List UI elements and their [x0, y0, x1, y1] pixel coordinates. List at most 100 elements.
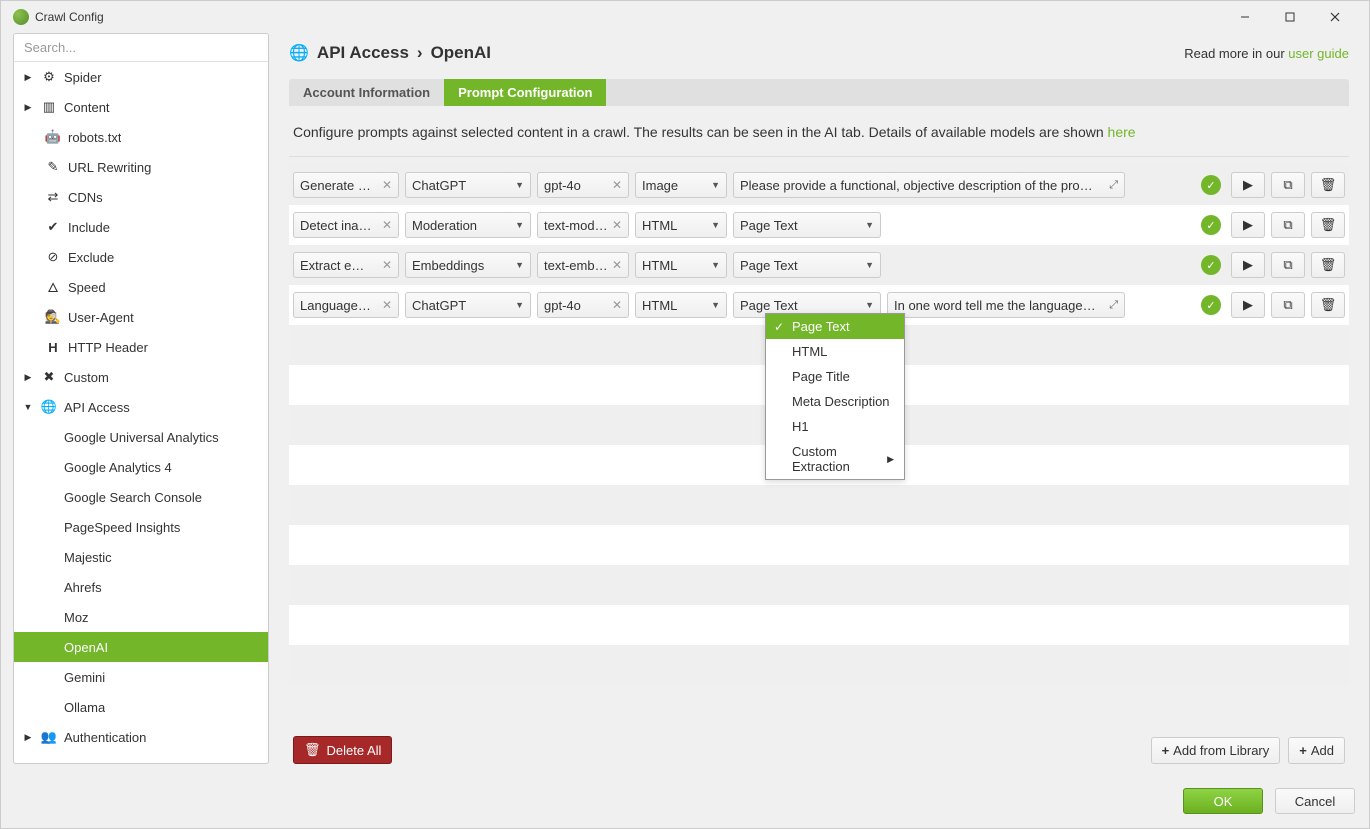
models-here-link[interactable]: here — [1108, 124, 1136, 140]
tab-account-information[interactable]: Account Information — [289, 79, 444, 106]
dropdown-item[interactable]: H1 — [766, 414, 904, 439]
model-select[interactable]: gpt-4o✕ — [537, 292, 629, 318]
tree-item-robots[interactable]: 🤖 robots.txt — [14, 122, 268, 152]
tree-item-user-agent[interactable]: 🕵 User-Agent — [14, 302, 268, 332]
dropdown-item[interactable]: Page Title — [766, 364, 904, 389]
tree-item-http-header[interactable]: H HTTP Header — [14, 332, 268, 362]
cancel-button[interactable]: Cancel — [1275, 788, 1355, 814]
ok-button[interactable]: OK — [1183, 788, 1263, 814]
tree-item-ahrefs[interactable]: Ahrefs — [14, 572, 268, 602]
dropdown-item[interactable]: Meta Description — [766, 389, 904, 414]
run-button[interactable]: ▶ — [1231, 172, 1265, 198]
clear-icon[interactable]: ✕ — [612, 258, 622, 272]
network-icon: ⇄ — [44, 189, 62, 205]
tree-item-gsc[interactable]: Google Search Console — [14, 482, 268, 512]
globe-icon: 🌐 — [40, 399, 58, 415]
dropdown-item[interactable]: Custom Extraction▶ — [766, 439, 904, 479]
tree-item-url-rewriting[interactable]: ✎ URL Rewriting — [14, 152, 268, 182]
duplicate-button[interactable]: ⧉ — [1271, 252, 1305, 278]
tree-item-authentication[interactable]: ▶ 👥 Authentication — [14, 722, 268, 752]
content-pane: 🌐 API Access › OpenAI Read more in our u… — [281, 33, 1357, 764]
prompt-grid: Generate alt tex✕ChatGPT▼gpt-4o✕Image▼Pl… — [289, 165, 1349, 726]
source-select[interactable]: HTML▼ — [635, 212, 727, 238]
config-tree[interactable]: ▶ ⚙ Spider ▶ ▥ Content 🤖 robots.txt ✎ UR… — [14, 62, 268, 763]
engine-select[interactable]: ChatGPT▼ — [405, 292, 531, 318]
tree-item-content[interactable]: ▶ ▥ Content — [14, 92, 268, 122]
tree-item-include[interactable]: ✔ Include — [14, 212, 268, 242]
clear-icon[interactable]: ✕ — [382, 298, 392, 312]
delete-row-button[interactable]: 🗑 — [1311, 172, 1345, 198]
clear-icon[interactable]: ✕ — [612, 298, 622, 312]
close-button[interactable] — [1312, 3, 1357, 31]
copy-icon: ⧉ — [1283, 217, 1292, 233]
enabled-toggle[interactable]: ✓ — [1201, 295, 1221, 315]
delete-all-button[interactable]: 🗑 Delete All — [293, 736, 392, 764]
add-button[interactable]: + Add — [1288, 737, 1345, 764]
delete-row-button[interactable]: 🗑 — [1311, 212, 1345, 238]
tab-prompt-configuration[interactable]: Prompt Configuration — [444, 79, 606, 106]
tree-item-custom[interactable]: ▶ ✖ Custom — [14, 362, 268, 392]
tree-item-cdns[interactable]: ⇄ CDNs — [14, 182, 268, 212]
prompt-name-input[interactable]: Generate alt tex✕ — [293, 172, 399, 198]
prompt-text-input[interactable]: Please provide a functional, objective d… — [733, 172, 1125, 198]
add-from-library-button[interactable]: + Add from Library — [1151, 737, 1281, 764]
prompt-row: Extract embedd✕Embeddings▼text-embeddir✕… — [289, 245, 1349, 285]
tree-item-exclude[interactable]: ⊘ Exclude — [14, 242, 268, 272]
engine-select[interactable]: Embeddings▼ — [405, 252, 531, 278]
enabled-toggle[interactable]: ✓ — [1201, 215, 1221, 235]
target-select[interactable]: Page Text▼ — [733, 212, 881, 238]
caret-right-icon: ▶ — [22, 101, 34, 113]
enabled-toggle[interactable]: ✓ — [1201, 255, 1221, 275]
tree-item-api-access[interactable]: ▼ 🌐 API Access — [14, 392, 268, 422]
clear-icon[interactable]: ✕ — [382, 218, 392, 232]
source-select[interactable]: HTML▼ — [635, 252, 727, 278]
prompt-name-input[interactable]: Extract embedd✕ — [293, 252, 399, 278]
duplicate-button[interactable]: ⧉ — [1271, 212, 1305, 238]
model-select[interactable]: text-moderati✕ — [537, 212, 629, 238]
tree-item-majestic[interactable]: Majestic — [14, 542, 268, 572]
tree-item-gua[interactable]: Google Universal Analytics — [14, 422, 268, 452]
dropdown-item[interactable]: Page Text — [766, 314, 904, 339]
clear-icon[interactable]: ✕ — [612, 178, 622, 192]
delete-row-button[interactable]: 🗑 — [1311, 292, 1345, 318]
user-guide-link[interactable]: user guide — [1288, 46, 1349, 61]
tree-item-gemini[interactable]: Gemini — [14, 662, 268, 692]
enabled-toggle[interactable]: ✓ — [1201, 175, 1221, 195]
breadcrumb-child: OpenAI — [431, 43, 491, 63]
clear-icon[interactable]: ✕ — [382, 258, 392, 272]
tree-item-openai[interactable]: OpenAI — [14, 632, 268, 662]
tree-item-psi[interactable]: PageSpeed Insights — [14, 512, 268, 542]
duplicate-button[interactable]: ⧉ — [1271, 172, 1305, 198]
target-select[interactable]: Page Text▼ — [733, 252, 881, 278]
prompt-name-input[interactable]: Detect inapprop✕ — [293, 212, 399, 238]
dropdown-item[interactable]: HTML — [766, 339, 904, 364]
prompt-text-input[interactable]: In one word tell me the language of the⤢ — [887, 292, 1125, 318]
engine-select[interactable]: Moderation▼ — [405, 212, 531, 238]
minimize-button[interactable] — [1222, 3, 1267, 31]
source-select[interactable]: HTML▼ — [635, 292, 727, 318]
engine-select[interactable]: ChatGPT▼ — [405, 172, 531, 198]
run-button[interactable]: ▶ — [1231, 292, 1265, 318]
run-button[interactable]: ▶ — [1231, 252, 1265, 278]
tree-item-ga4[interactable]: Google Analytics 4 — [14, 452, 268, 482]
run-button[interactable]: ▶ — [1231, 212, 1265, 238]
source-select[interactable]: Image▼ — [635, 172, 727, 198]
target-dropdown: Page TextHTMLPage TitleMeta DescriptionH… — [765, 313, 905, 480]
clear-icon[interactable]: ✕ — [382, 178, 392, 192]
tree-item-ollama[interactable]: Ollama — [14, 692, 268, 722]
model-select[interactable]: gpt-4o✕ — [537, 172, 629, 198]
tree-item-spider[interactable]: ▶ ⚙ Spider — [14, 62, 268, 92]
model-select[interactable]: text-embeddir✕ — [537, 252, 629, 278]
search-input[interactable] — [14, 34, 268, 61]
delete-row-button[interactable]: 🗑 — [1311, 252, 1345, 278]
prompt-name-input[interactable]: Language of Pa✕ — [293, 292, 399, 318]
expand-icon[interactable]: ⤢ — [1109, 299, 1118, 312]
duplicate-button[interactable]: ⧉ — [1271, 292, 1305, 318]
tree-item-speed[interactable]: 🜂 Speed — [14, 272, 268, 302]
expand-icon[interactable]: ⤢ — [1109, 179, 1118, 192]
tree-item-moz[interactable]: Moz — [14, 602, 268, 632]
maximize-button[interactable] — [1267, 3, 1312, 31]
breadcrumb-sep: › — [417, 43, 423, 63]
caret-right-icon: ▶ — [22, 731, 34, 743]
clear-icon[interactable]: ✕ — [612, 218, 622, 232]
